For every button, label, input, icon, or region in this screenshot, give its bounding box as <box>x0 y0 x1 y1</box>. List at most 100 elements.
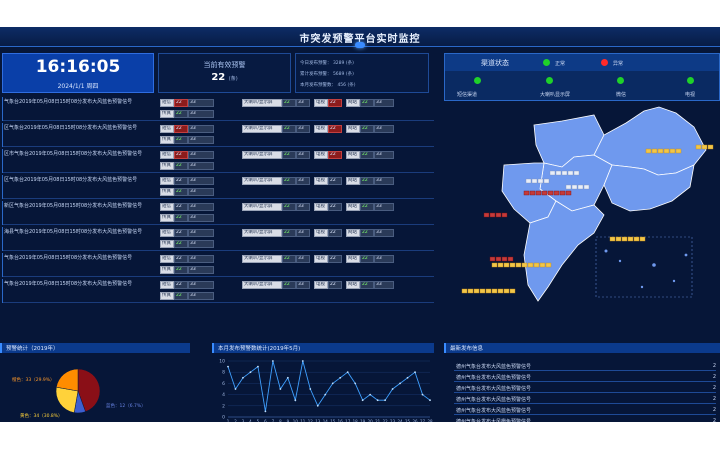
warning-row[interactable]: 新区气象台2019年05月08日15时08分发布大风蓝色预警信号 短信 22 33 大喇… <box>2 201 434 225</box>
channel-sms-tag: 短信 <box>160 177 174 185</box>
pie-slice <box>55 386 79 413</box>
map-marker <box>467 288 474 294</box>
map-island <box>618 259 622 263</box>
warning-row[interactable]: 区气象台2019年05月08日15时08分发布大风蓝色预警信号 短信 22 33 大喇叭… <box>2 123 434 147</box>
map-marker <box>669 148 676 154</box>
x-tick-label: 16 <box>338 419 344 422</box>
notice-panel: 最新发布信息 德州气象台发布大风蓝色预警信号 2 德州气象台发布大风蓝色预警信号 2 德… <box>444 343 720 422</box>
channel-sms-tag: 短信 <box>160 229 174 237</box>
map-marker <box>529 190 536 196</box>
map-marker <box>497 288 504 294</box>
map-marker <box>535 190 542 196</box>
fail-count: 33 <box>296 255 310 263</box>
line-chart-header: 本月发布预警数统计(2019年5月) <box>212 343 434 353</box>
x-tick-label: 27 <box>420 419 426 422</box>
x-tick-label: 26 <box>412 419 418 422</box>
map-marker <box>507 256 514 262</box>
x-tick-label: 12 <box>308 419 314 422</box>
map-marker <box>541 190 548 196</box>
sent-count: 22 <box>174 266 188 274</box>
x-tick-label: 9 <box>287 419 290 422</box>
channel-sms-status-icon <box>474 77 481 84</box>
map-marker <box>521 262 528 268</box>
channel-tv-label[interactable]: 电视 <box>685 91 695 98</box>
row-divider <box>2 175 3 199</box>
notice-text: 德州气象台发布大风蓝色预警信号 <box>456 408 532 414</box>
notice-item[interactable]: 德州气象台发布大风橙色预警信号 2 <box>454 416 716 422</box>
map-marker <box>555 170 562 176</box>
notice-date: 2 <box>712 407 716 413</box>
warning-message: 气象台2019年05月08日15时08分发布大风蓝色预警信号 <box>4 281 133 287</box>
map-marker <box>645 148 652 154</box>
sent-count: 22 <box>174 229 188 237</box>
warning-row[interactable]: 区气象台2019年05月08日15时08分发布大风蓝色预警信号 短信 22 33 大喇叭… <box>2 175 434 199</box>
map-marker <box>571 184 578 190</box>
warning-row[interactable]: 气象台2019年05月08日15时08分发布大风蓝色预警信号 短信 22 33 大喇叭/… <box>2 279 434 303</box>
channel-speaker-label[interactable]: 大喇叭显示屏 <box>540 91 570 98</box>
channel-web-tag: 网站 <box>346 229 360 237</box>
notice-item[interactable]: 德州气象台发布大风蓝色预警信号 2 <box>454 383 716 393</box>
sent-count: 22 <box>174 240 188 248</box>
pie-label-yellow: 黄色：34（30.8%） <box>20 412 63 419</box>
fail-count: 33 <box>374 125 394 133</box>
warning-row[interactable]: 气象台2019年05月08日15时08分发布大风蓝色预警信号 短信 22 33 大喇叭/… <box>2 97 434 121</box>
map-marker <box>491 262 498 268</box>
sent-count: 22 <box>174 125 188 133</box>
legend-ok-icon <box>543 59 550 66</box>
notice-date: 2 <box>712 396 716 402</box>
data-point <box>391 388 394 390</box>
sent-count: 22 <box>360 281 374 289</box>
channel-tv-tag: 电视 <box>314 203 328 211</box>
notice-item[interactable]: 德州气象台发布大风蓝色预警信号 2 <box>454 394 716 404</box>
channel-wechat-label[interactable]: 微信 <box>616 91 626 98</box>
clock-panel: 16:16:05 2024/1/1 周四 <box>2 53 154 93</box>
data-point <box>376 399 379 402</box>
data-point <box>279 388 282 390</box>
warning-row[interactable]: 海县气象台2019年05月08日15时08分发布大风蓝色预警信号 短信 22 33 大喇… <box>2 227 434 251</box>
fail-count: 33 <box>374 229 394 237</box>
x-tick-label: 23 <box>390 419 396 422</box>
fail-count: 33 <box>188 125 214 133</box>
channel-web-tag: 网站 <box>346 99 360 107</box>
fail-count: 33 <box>188 188 214 196</box>
warning-row[interactable]: 区市气象台2019年05月08日15时08分发布大风蓝色预警信号 短信 22 33 大喇… <box>2 149 434 173</box>
data-point <box>331 382 334 385</box>
map-marker <box>559 190 566 196</box>
fail-count: 33 <box>188 214 214 222</box>
warning-row[interactable]: 气象台2019年05月08日15时08分发布大风蓝色预警信号 短信 22 33 大喇叭/… <box>2 253 434 277</box>
channel-web-tag: 网站 <box>346 125 360 133</box>
title-ornament <box>355 42 365 48</box>
data-point <box>324 393 327 396</box>
sent-count: 22 <box>360 255 374 263</box>
data-point <box>316 404 319 407</box>
notice-item[interactable]: 德州气象台发布大风蓝色预警信号 2 <box>454 372 716 382</box>
channel-screen-tag: 大喇叭/显示屏 <box>242 99 282 107</box>
pie-chart-svg: 橙色：33（29.9%） 蓝色：12（6.7%） 黄色：34（30.8%） <box>12 368 146 419</box>
sent-count: 22 <box>174 99 188 107</box>
fail-count: 33 <box>188 292 214 300</box>
map-marker <box>565 184 572 190</box>
fail-count: 33 <box>296 229 310 237</box>
warning-message: 区市气象台2019年05月08日15时08分发布大风蓝色预警信号 <box>4 151 143 157</box>
channel-screen-tag: 大喇叭/显示屏 <box>242 255 282 263</box>
channel-sms-label[interactable]: 短信渠道 <box>457 91 477 98</box>
channel-fax-tag: 传真 <box>160 162 174 170</box>
notice-date: 2 <box>712 363 716 369</box>
fail-count: 33 <box>188 229 214 237</box>
notice-item[interactable]: 德州气象台发布大风蓝色预警信号 2 <box>454 405 716 415</box>
channel-screen-tag: 大喇叭/显示屏 <box>242 177 282 185</box>
sent-count: 22 <box>328 177 342 185</box>
data-point <box>384 399 387 402</box>
fail-count: 33 <box>374 203 394 211</box>
map-marker <box>503 262 510 268</box>
notice-item[interactable]: 德州气象台发布大风蓝色预警信号 2 <box>454 361 716 371</box>
map-marker <box>657 148 664 154</box>
fail-count: 33 <box>188 162 214 170</box>
x-tick-label: 24 <box>398 419 404 422</box>
data-point <box>339 376 342 379</box>
sent-count: 22 <box>174 136 188 144</box>
stat-today: 今日发布预警： 3289 (条) <box>300 61 354 66</box>
map-marker <box>573 170 580 176</box>
region-map[interactable] <box>444 105 720 335</box>
current-warning-panel: 当前有效预警 22 (条) <box>158 53 291 93</box>
